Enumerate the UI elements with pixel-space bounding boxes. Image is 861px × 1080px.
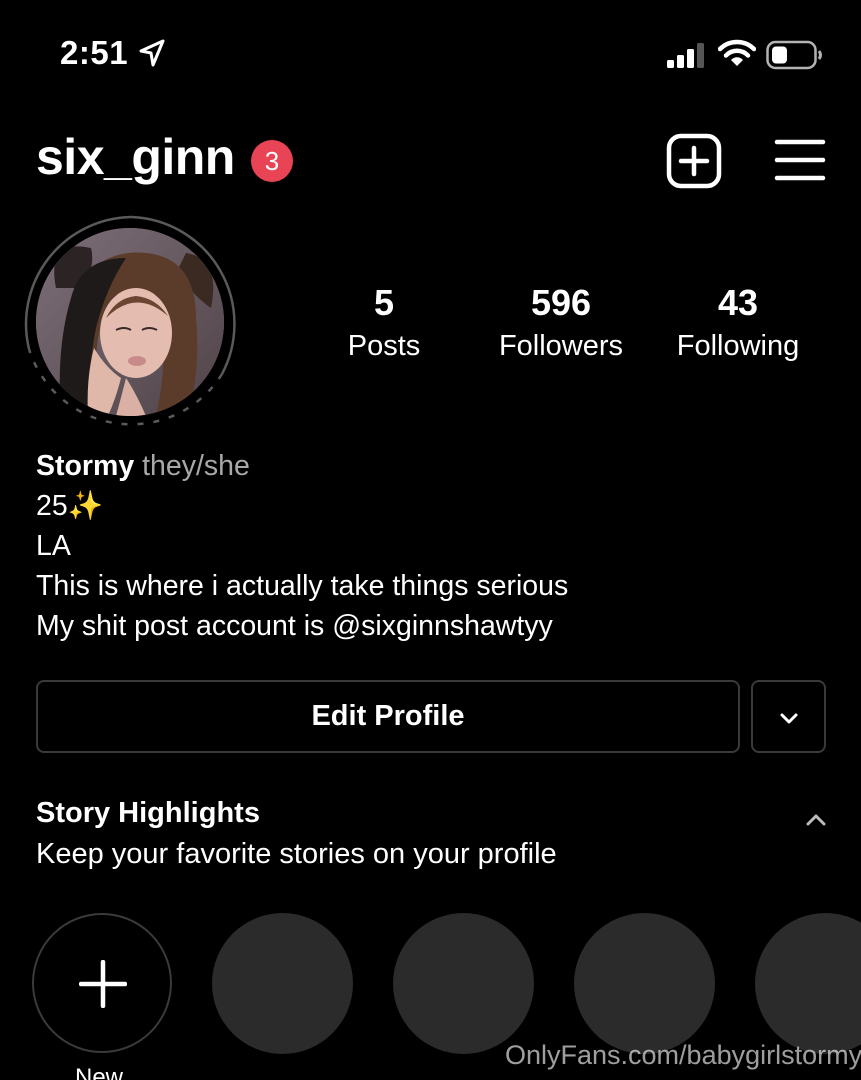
- highlight-placeholder: [574, 913, 715, 1054]
- plus-icon: [79, 960, 127, 1008]
- posts-label: Posts: [347, 330, 421, 362]
- profile-bio: Stormy they/she 25✨ LA This is where i a…: [36, 446, 568, 646]
- bio-line: This is where i actually take things ser…: [36, 570, 569, 602]
- status-time: 2:51: [60, 34, 129, 71]
- highlight-placeholder: [212, 913, 353, 1054]
- watermark: OnlyFans.com/babygirlstormy: [505, 1040, 861, 1070]
- new-highlight-label: New: [75, 1064, 124, 1080]
- bio-line[interactable]: My shit post account is @sixginnshawtyy: [36, 606, 568, 646]
- display-name: Stormy: [36, 450, 135, 482]
- following-count: 43: [717, 282, 759, 323]
- edit-profile-button[interactable]: Edit Profile: [36, 680, 740, 753]
- status-bar: 2:51: [0, 0, 861, 110]
- discover-people-button[interactable]: [751, 680, 826, 753]
- posts-count: 5: [373, 282, 395, 323]
- plus-square-icon[interactable]: [666, 133, 722, 189]
- bio-line: 25✨: [36, 490, 104, 522]
- chevron-down-icon: [780, 713, 798, 724]
- chevron-up-icon[interactable]: [804, 812, 828, 828]
- followers-stat[interactable]: 596 Followers: [481, 282, 641, 363]
- new-highlight-button[interactable]: [32, 913, 172, 1053]
- notification-badge[interactable]: 3: [251, 140, 293, 182]
- story-highlights-title: Story Highlights: [36, 797, 260, 829]
- posts-stat[interactable]: 5 Posts: [324, 282, 444, 363]
- avatar-photo: [36, 228, 224, 416]
- username[interactable]: six_ginn: [36, 128, 235, 186]
- followers-label: Followers: [498, 330, 624, 362]
- following-label: Following: [676, 330, 800, 362]
- avatar-illustration: [36, 228, 224, 416]
- bio-line: LA: [36, 530, 71, 562]
- location-arrow-icon: [139, 39, 165, 67]
- cell-signal-icon: [667, 43, 704, 68]
- highlight-placeholder: [755, 913, 861, 1054]
- wifi-icon: [718, 39, 756, 66]
- story-highlights-subtitle: Keep your favorite stories on your profi…: [36, 838, 557, 870]
- battery-icon: [766, 40, 822, 70]
- following-stat[interactable]: 43 Following: [663, 282, 813, 363]
- bio-name-line: Stormy they/she: [36, 446, 568, 486]
- highlight-placeholder: [393, 913, 534, 1054]
- profile-avatar[interactable]: [22, 214, 242, 434]
- pronouns: they/she: [142, 450, 250, 482]
- hamburger-menu-icon[interactable]: [774, 137, 826, 183]
- followers-count: 596: [530, 282, 592, 323]
